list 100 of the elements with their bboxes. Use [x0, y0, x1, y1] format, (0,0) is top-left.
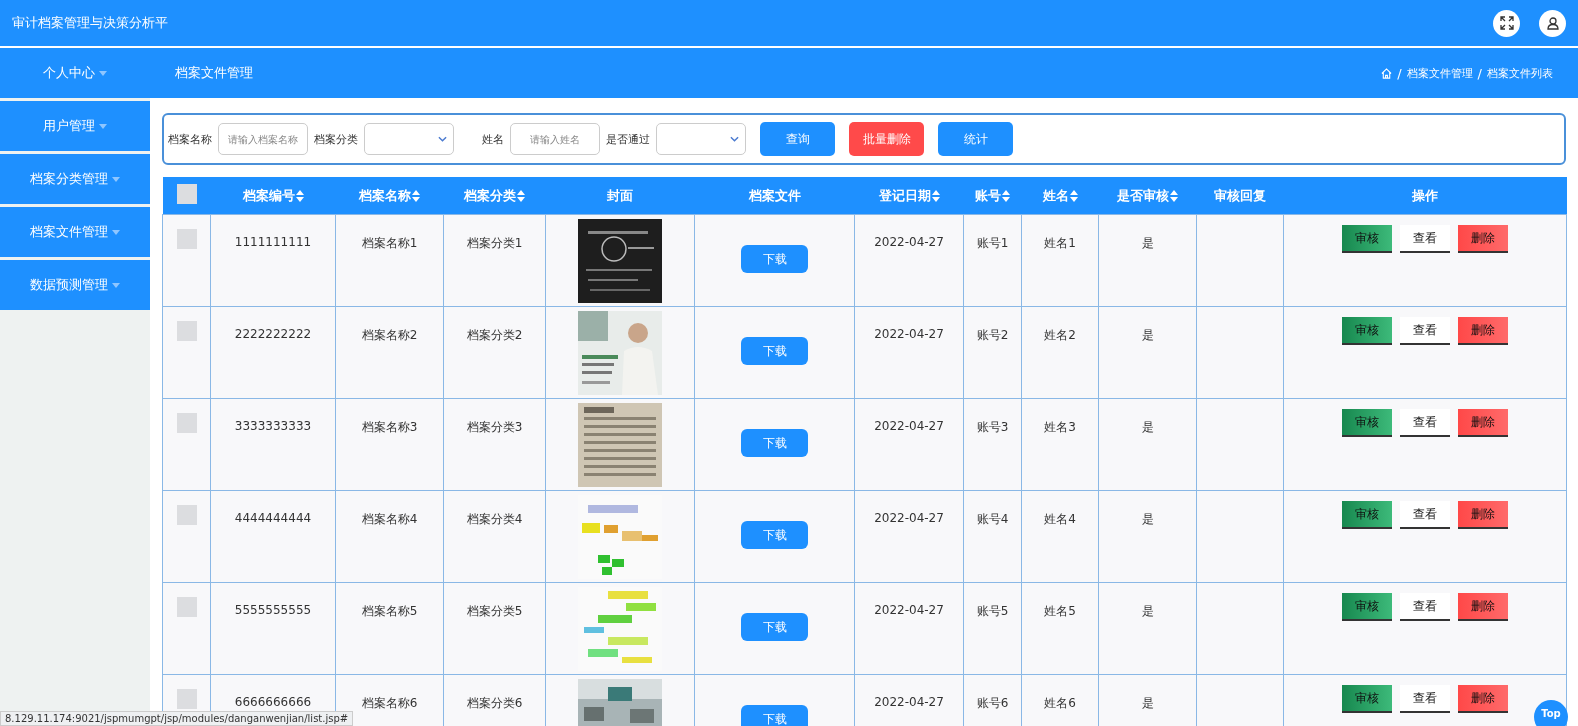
field-label: 档案分类 — [314, 131, 358, 147]
table-cell: 档案分类5 — [466, 603, 523, 620]
view-button[interactable]: 查看 — [1400, 685, 1450, 713]
column-header: 档案文件 — [748, 186, 801, 205]
download-button[interactable]: 下载 — [741, 613, 808, 641]
column-header: 操作 — [1412, 186, 1438, 205]
table-cell: 1111111111 — [234, 235, 312, 249]
table-cell: 3333333333 — [234, 419, 312, 433]
delete-button[interactable]: 删除 — [1458, 317, 1508, 345]
delete-button[interactable]: 删除 — [1458, 593, 1508, 621]
table-cell: 姓名1 — [1044, 235, 1076, 252]
chevron-icon — [438, 136, 447, 142]
table-cell: 是 — [1141, 603, 1154, 620]
download-button[interactable]: 下载 — [741, 337, 808, 365]
sidebar-item[interactable]: 数据预测管理 — [0, 260, 150, 310]
search-field[interactable]: 请输入档案名称 — [218, 123, 308, 155]
caret-icon — [112, 229, 120, 235]
chevron-icon — [730, 136, 739, 142]
sort-icon[interactable] — [412, 189, 420, 202]
view-button[interactable]: 查看 — [1400, 409, 1450, 437]
field-label: 姓名 — [482, 131, 504, 147]
table-cell: 2022-04-27 — [874, 603, 944, 617]
caret-icon — [99, 70, 107, 76]
view-button[interactable]: 查看 — [1400, 593, 1450, 621]
table-cell: 档案名称6 — [361, 695, 418, 712]
audit-button[interactable]: 审核 — [1342, 685, 1392, 713]
checkbox[interactable] — [176, 229, 197, 249]
delete-button[interactable]: 删除 — [1458, 501, 1508, 529]
checkbox[interactable] — [176, 597, 197, 617]
search-field[interactable]: 请输入姓名 — [510, 123, 600, 155]
app-title: 审计档案管理与决策分析平 — [12, 14, 169, 32]
table-cell: 姓名6 — [1044, 695, 1076, 712]
checkbox[interactable] — [176, 689, 197, 709]
audit-button[interactable]: 审核 — [1342, 225, 1392, 253]
table-cell: 档案分类6 — [466, 695, 523, 712]
table-cell: 档案分类1 — [466, 235, 523, 252]
table-cell: 6666666666 — [234, 695, 312, 709]
audit-button[interactable]: 审核 — [1342, 317, 1392, 345]
action-button[interactable]: 查询 — [760, 122, 835, 156]
checkbox[interactable] — [176, 184, 197, 204]
table-cell: 档案分类2 — [466, 327, 523, 344]
checkbox[interactable] — [176, 413, 197, 433]
breadcrumb-separator: / — [1397, 65, 1402, 81]
checkbox[interactable] — [176, 505, 197, 525]
column-header: 封面 — [607, 186, 633, 205]
table-cell: 档案分类4 — [466, 511, 523, 528]
table-cell: 2222222222 — [234, 327, 312, 341]
table-cell: 2022-04-27 — [874, 695, 944, 709]
status-url: 8.129.11.174:9021/jspmumgpt/jsp/modules/danganwenjian/list.jsp# — [0, 711, 354, 726]
sort-icon[interactable] — [295, 189, 304, 202]
delete-button[interactable]: 删除 — [1458, 225, 1508, 253]
home-icon[interactable] — [1381, 67, 1393, 79]
page-title: 档案文件管理 — [175, 64, 254, 82]
sort-icon[interactable] — [517, 189, 525, 202]
download-button[interactable]: 下载 — [741, 429, 808, 457]
delete-button[interactable]: 批量删除 — [849, 122, 924, 156]
action-button[interactable]: 统计 — [938, 122, 1013, 156]
caret-icon — [112, 282, 120, 288]
audit-button[interactable]: 审核 — [1342, 593, 1392, 621]
delete-button[interactable]: 删除 — [1458, 685, 1508, 713]
table-cell: 账号3 — [976, 419, 1009, 436]
view-button[interactable]: 查看 — [1400, 501, 1450, 529]
sort-icon[interactable] — [931, 189, 940, 202]
table-cell: 4444444444 — [234, 511, 312, 525]
checkbox[interactable] — [176, 321, 197, 341]
sidebar-item[interactable]: 档案分类管理 — [0, 154, 150, 204]
table-cell: 是 — [1141, 695, 1154, 712]
table-cell: 档案名称4 — [361, 511, 418, 528]
sort-icon[interactable] — [1069, 189, 1078, 202]
breadcrumb-item[interactable]: 档案文件管理 — [1406, 65, 1473, 81]
download-button[interactable]: 下载 — [741, 245, 808, 273]
sort-icon[interactable] — [1170, 189, 1178, 202]
audit-button[interactable]: 审核 — [1342, 501, 1392, 529]
delete-button[interactable]: 删除 — [1458, 409, 1508, 437]
download-button[interactable]: 下载 — [741, 705, 808, 726]
sidebar-item[interactable]: 个人中心 — [0, 48, 150, 98]
download-button[interactable]: 下载 — [741, 521, 808, 549]
fullscreen-icon[interactable] — [1493, 9, 1520, 37]
table-cell: 账号1 — [976, 235, 1009, 252]
sort-icon[interactable] — [1002, 189, 1010, 202]
column-header[interactable]: 姓名 — [1042, 186, 1069, 205]
table-cell: 是 — [1141, 419, 1154, 436]
user-icon[interactable] — [1539, 9, 1566, 37]
table-cell: 是 — [1141, 327, 1154, 344]
audit-button[interactable]: 审核 — [1342, 409, 1392, 437]
table-cell: 2022-04-27 — [874, 327, 944, 341]
table-cell: 姓名2 — [1044, 327, 1076, 344]
column-header: 审核回复 — [1214, 186, 1266, 205]
field-label: 档案名称 — [168, 131, 212, 147]
view-button[interactable]: 查看 — [1400, 317, 1450, 345]
table-cell: 档案名称5 — [361, 603, 418, 620]
dropdown[interactable] — [364, 123, 454, 155]
table-cell: 是 — [1141, 235, 1154, 252]
breadcrumb-separator: / — [1477, 65, 1482, 81]
view-button[interactable]: 查看 — [1400, 225, 1450, 253]
breadcrumb-item[interactable]: 档案文件列表 — [1487, 65, 1553, 81]
sidebar-item[interactable]: 档案文件管理 — [0, 207, 150, 257]
sidebar-item[interactable]: 用户管理 — [0, 101, 150, 151]
dropdown[interactable] — [656, 123, 746, 155]
table-cell: 5555555555 — [234, 603, 312, 617]
